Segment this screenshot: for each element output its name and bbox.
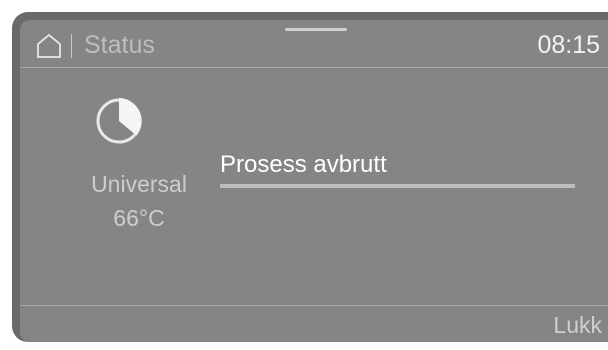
program-temperature: 66°C — [113, 205, 165, 231]
progress-fill — [220, 184, 575, 188]
footer-divider — [20, 305, 608, 306]
status-header: Status 08:15 — [20, 20, 608, 68]
home-icon[interactable] — [36, 33, 62, 59]
clock: 08:15 — [537, 31, 600, 59]
header-divider — [71, 34, 72, 58]
status-message: Prosess avbrutt — [220, 151, 387, 178]
pie-progress-icon — [94, 96, 144, 146]
program-name: Universal — [91, 171, 187, 197]
progress-bar — [220, 184, 575, 188]
display-screen: Status 08:15 Universal 66°C Prosess avbr… — [20, 20, 608, 342]
close-button[interactable]: Lukk — [549, 312, 606, 338]
page-title: Status — [84, 31, 155, 59]
device-frame: Status 08:15 Universal 66°C Prosess avbr… — [0, 0, 608, 350]
